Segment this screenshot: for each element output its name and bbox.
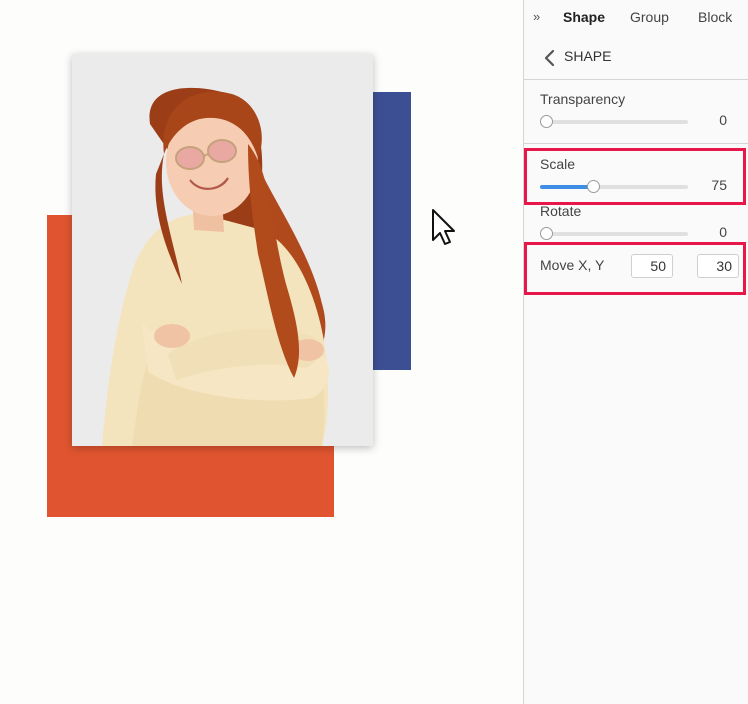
- woman-photo-illustration: [72, 54, 373, 446]
- rotate-value: 0: [719, 224, 727, 240]
- blue-rectangle-shape[interactable]: [373, 92, 411, 370]
- chevron-left-icon[interactable]: [543, 48, 557, 68]
- section-header: SHAPE: [524, 36, 748, 80]
- collapse-panel-icon[interactable]: »: [533, 9, 540, 24]
- tab-group[interactable]: Group: [630, 9, 669, 25]
- rotate-label: Rotate: [540, 203, 582, 219]
- design-canvas[interactable]: [0, 0, 523, 704]
- move-highlight-box: [524, 242, 746, 295]
- slider-thumb[interactable]: [540, 115, 553, 128]
- slider-track: [540, 232, 688, 236]
- tab-shape[interactable]: Shape: [563, 9, 605, 25]
- slider-track: [540, 120, 688, 124]
- rotate-slider[interactable]: [540, 227, 688, 241]
- arrow-cursor-icon: [432, 209, 455, 245]
- transparency-value: 0: [719, 112, 727, 128]
- properties-panel: » Shape Group Block SHAPE Transparency 0…: [523, 0, 748, 704]
- transparency-slider[interactable]: [540, 115, 688, 129]
- transparency-label: Transparency: [540, 91, 626, 107]
- slider-thumb[interactable]: [540, 227, 553, 240]
- scale-highlight-box: [524, 148, 746, 205]
- photo-shape[interactable]: [72, 54, 373, 446]
- tab-block[interactable]: Block: [698, 9, 732, 25]
- panel-tabs: » Shape Group Block: [524, 0, 748, 36]
- divider: [524, 143, 748, 144]
- section-title: SHAPE: [564, 48, 612, 64]
